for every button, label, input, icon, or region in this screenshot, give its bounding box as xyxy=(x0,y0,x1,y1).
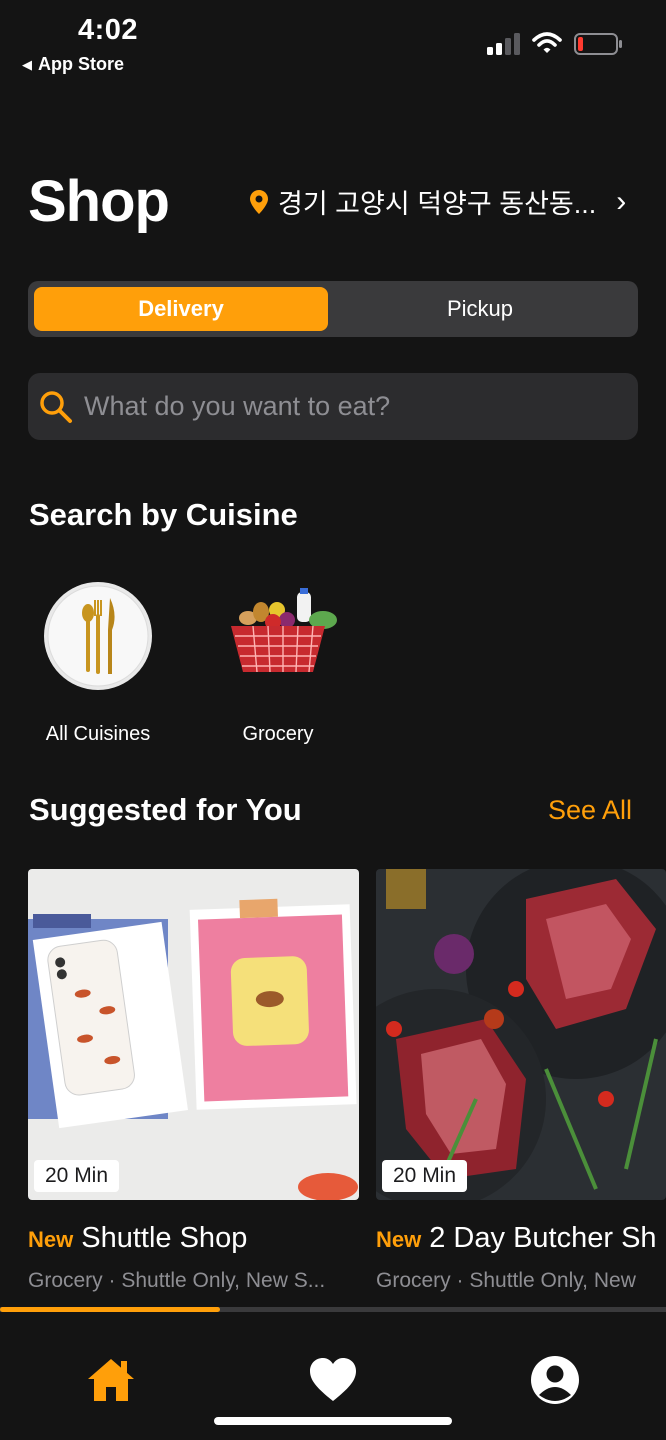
grocery-basket-image xyxy=(231,588,337,673)
back-label: App Store xyxy=(38,54,125,74)
page-title: Shop xyxy=(28,169,170,234)
location-selector[interactable]: 경기 고양시 덕양구 동산동... › xyxy=(250,182,626,221)
see-all-link[interactable]: See All xyxy=(548,795,632,826)
cellular-signal-icon xyxy=(487,33,520,55)
new-badge: New xyxy=(28,1227,74,1252)
heart-icon xyxy=(310,1358,356,1401)
chevron-right-icon: › xyxy=(616,184,627,218)
cuisine-section-title: Search by Cuisine xyxy=(29,497,298,532)
suggested-section-title: Suggested for You xyxy=(29,792,302,827)
store-image-steaks: 20 Min xyxy=(376,869,666,1200)
profile-icon xyxy=(531,1356,579,1404)
tab-profile[interactable] xyxy=(525,1350,585,1410)
carousel-progress-fill xyxy=(0,1307,220,1312)
location-label: 경기 고양시 덕양구 동산동... xyxy=(278,189,597,219)
search-input[interactable] xyxy=(82,390,606,423)
new-badge: New xyxy=(376,1227,422,1252)
home-icon xyxy=(88,1359,134,1401)
store-name: 2 Day Butcher Sh xyxy=(429,1222,657,1254)
store-image-phone-cases: 20 Min xyxy=(28,869,359,1200)
cuisine-item-all[interactable]: All Cuisines xyxy=(23,580,173,746)
home-indicator xyxy=(214,1417,452,1425)
location-pin-icon xyxy=(250,189,268,214)
store-card-butcher-shop[interactable]: 20 Min New 2 Day Butcher Sh Grocery · Shu… xyxy=(376,869,666,1293)
delivery-time-badge: 20 Min xyxy=(382,1160,468,1192)
search-icon xyxy=(40,390,72,423)
store-name-row: New Shuttle Shop xyxy=(28,1222,359,1255)
search-bar[interactable] xyxy=(28,373,638,440)
status-time: 4:02 xyxy=(78,14,139,46)
plate-cutlery-image xyxy=(44,582,152,690)
back-to-app-store[interactable]: ◀ App Store xyxy=(22,54,124,75)
store-name-row: New 2 Day Butcher Sh xyxy=(376,1222,666,1255)
delivery-tab[interactable]: Delivery xyxy=(34,287,328,331)
wifi-icon xyxy=(532,32,562,53)
store-subtitle: Grocery · Shuttle Only, New xyxy=(376,1269,636,1292)
cuisine-item-grocery[interactable]: Grocery xyxy=(203,580,353,746)
tab-home[interactable] xyxy=(81,1350,141,1410)
battery-low-icon xyxy=(574,33,622,55)
order-type-segmented-control: Delivery Pickup xyxy=(28,281,638,337)
back-arrow-icon: ◀ xyxy=(22,56,32,72)
delivery-time-badge: 20 Min xyxy=(34,1160,120,1192)
pickup-tab[interactable]: Pickup xyxy=(328,287,632,331)
store-subtitle: Grocery · Shuttle Only, New S... xyxy=(28,1269,326,1292)
cuisine-label-grocery: Grocery xyxy=(242,723,314,745)
store-name: Shuttle Shop xyxy=(81,1222,248,1254)
cuisine-label-all: All Cuisines xyxy=(45,723,151,745)
store-card-shuttle-shop[interactable]: 20 Min New Shuttle Shop Grocery · Shuttle… xyxy=(28,869,359,1293)
tab-favorites[interactable] xyxy=(303,1350,363,1410)
